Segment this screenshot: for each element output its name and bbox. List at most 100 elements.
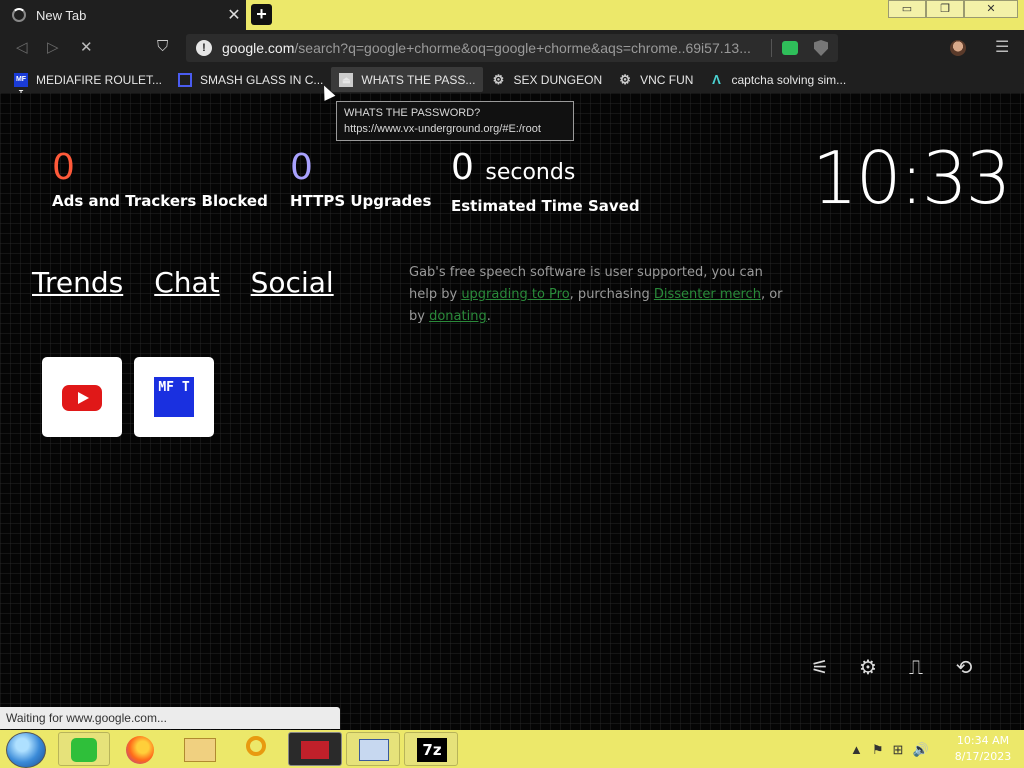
window-controls: ▭ ❐ ✕	[888, 0, 1018, 18]
tab-strip: New Tab ✕ + ▭ ❐ ✕	[0, 0, 1024, 30]
bookmark-mediafire[interactable]: MF T MEDIAFIRE ROULET...	[6, 67, 170, 97]
bookmark-vnc-fun[interactable]: ⚙ VNC FUN	[610, 67, 701, 92]
taskbar-7zip[interactable]: 7z	[404, 732, 458, 766]
mft-tile[interactable]: MF T	[134, 357, 214, 437]
gab-text: , purchasing	[569, 287, 654, 302]
taskbar-notes-app[interactable]	[58, 732, 110, 766]
history-icon[interactable]: ⟲	[952, 656, 976, 680]
shield-icon[interactable]	[814, 40, 828, 56]
password-icon: ⏏	[339, 72, 354, 87]
forward-icon[interactable]: ▷	[47, 38, 59, 56]
bookmark-smash-glass[interactable]: SMASH GLASS IN C...	[170, 67, 331, 92]
chat-link[interactable]: Chat	[154, 266, 219, 299]
firefox-icon	[126, 736, 154, 764]
smash-icon	[178, 72, 193, 87]
volume-icon[interactable]: 🔊	[912, 742, 928, 758]
tray-expand-icon[interactable]: ▲	[850, 742, 863, 758]
top-links: Trends Chat Social	[32, 266, 365, 299]
bookmark-label: WHATS THE PASS...	[361, 72, 476, 87]
bookmark-label: SEX DUNGEON	[513, 72, 603, 87]
system-tray: ▲ ⚑ ⊞ 🔊	[850, 742, 938, 758]
profile-avatar[interactable]	[950, 40, 966, 56]
bookmark-label: MEDIAFIRE ROULET...	[36, 72, 163, 87]
stat-https-upgrades: 0 HTTPS Upgrades	[290, 146, 431, 210]
bookmark-tooltip: WHATS THE PASSWORD? https://www.vx-under…	[336, 101, 574, 141]
notes-icon	[71, 738, 97, 762]
ads-blocked-label: Ads and Trackers Blocked	[52, 192, 268, 210]
taskbar-file-explorer[interactable]	[174, 732, 226, 766]
address-bar[interactable]: ! google.com/search?q=google+chorme&oq=g…	[186, 34, 838, 62]
upgrade-pro-link[interactable]: upgrading to Pro	[461, 287, 569, 302]
new-tab-button[interactable]: +	[251, 4, 272, 25]
bookmark-captcha[interactable]: Λ captcha solving sim...	[701, 67, 854, 92]
donating-link[interactable]: donating	[429, 309, 487, 324]
7zip-icon: 7z	[417, 738, 447, 762]
bookmark-label: captcha solving sim...	[731, 72, 847, 87]
mft-icon: MF T	[14, 72, 28, 97]
page-tools: ⚟ ⚙ ⎍ ⟲	[808, 656, 1000, 680]
bookmark-icon[interactable]: ⛉	[157, 38, 168, 55]
gear-icon: ⚙	[492, 71, 505, 87]
restore-button[interactable]: ❐	[926, 0, 964, 18]
close-window-button[interactable]: ✕	[964, 0, 1018, 18]
youtube-icon	[62, 385, 102, 411]
extension-green-icon[interactable]	[782, 41, 798, 55]
gear-icon: ⚙	[619, 71, 631, 87]
taskbar-firefox[interactable]	[116, 732, 166, 766]
bookmark-sex-dungeon[interactable]: ⚙ SEX DUNGEON	[483, 67, 610, 92]
bookmarks-icon[interactable]: ⎍	[904, 656, 928, 680]
mft-icon: MF T	[154, 377, 194, 417]
trends-link[interactable]: Trends	[32, 266, 123, 299]
start-button[interactable]	[6, 732, 46, 768]
browser-toolbar: ◁ ▷ ✕ ⛉ ! google.com/search?q=google+cho…	[0, 30, 1024, 66]
stat-ads-blocked: 0 Ads and Trackers Blocked	[52, 146, 268, 210]
time-saved-count: 0	[451, 147, 474, 188]
captcha-icon: Λ	[712, 71, 721, 87]
tab-new-tab[interactable]: New Tab ✕	[0, 0, 246, 30]
back-icon[interactable]: ◁	[16, 38, 28, 56]
status-bar: Waiting for www.google.com...	[0, 707, 340, 729]
url-divider	[771, 39, 772, 57]
https-upgrades-label: HTTPS Upgrades	[290, 192, 432, 210]
youtube-tile[interactable]	[42, 357, 122, 437]
bookmark-label: SMASH GLASS IN C...	[200, 72, 324, 87]
ads-blocked-count: 0	[52, 147, 75, 188]
network-icon[interactable]: ⊞	[893, 742, 904, 758]
loading-spinner-icon	[12, 8, 26, 22]
url-text[interactable]: google.com/search?q=google+chorme&oq=goo…	[222, 40, 767, 56]
minimize-button[interactable]: ▭	[888, 0, 926, 18]
time-saved-unit: seconds	[485, 160, 576, 185]
url-host: google.com	[222, 40, 295, 56]
window-icon	[301, 741, 329, 759]
menu-icon[interactable]: ☰	[995, 37, 1009, 57]
https-upgrades-count: 0	[290, 147, 313, 188]
magnifier-icon	[246, 736, 266, 756]
customize-icon[interactable]: ⚟	[808, 656, 832, 680]
taskbar-window[interactable]	[288, 732, 342, 766]
bookmark-whats-the-password[interactable]: ⏏ WHATS THE PASS...	[331, 67, 484, 92]
dissenter-merch-link[interactable]: Dissenter merch	[654, 287, 761, 302]
social-link[interactable]: Social	[251, 266, 334, 299]
flag-icon[interactable]: ⚑	[872, 742, 884, 758]
taskbar-time: 10:34 AM	[956, 734, 1010, 747]
tab-title: New Tab	[36, 7, 87, 23]
time-saved-label: Estimated Time Saved	[451, 197, 640, 215]
bookmark-label: VNC FUN	[640, 72, 694, 87]
settings-gear-icon[interactable]: ⚙	[856, 656, 880, 680]
stop-icon[interactable]: ✕	[80, 38, 93, 56]
url-path: /search?q=google+chorme&oq=google+chorme…	[294, 40, 751, 56]
tab-close-icon[interactable]: ✕	[222, 5, 246, 25]
site-info-icon[interactable]: !	[196, 40, 212, 56]
keyboard-icon	[359, 739, 389, 761]
taskbar-keyboard[interactable]	[346, 732, 400, 766]
gab-text: .	[486, 309, 491, 324]
tooltip-url: https://www.vx-underground.org/#E:/root	[344, 123, 541, 135]
taskbar-search[interactable]	[232, 732, 282, 766]
taskbar-clock[interactable]: 10:34 AM 8/17/2023	[950, 733, 1016, 765]
gab-support-message: Gab's free speech software is user suppo…	[409, 262, 789, 328]
clock: 10:33	[812, 136, 1011, 220]
screen: New Tab ✕ + ▭ ❐ ✕ ◁ ▷ ✕ ⛉ ! google.com/s…	[0, 0, 1024, 768]
tooltip-title: WHATS THE PASSWORD?	[344, 107, 481, 119]
taskbar-date: 8/17/2023	[954, 750, 1012, 763]
bookmarks-bar: MF T MEDIAFIRE ROULET... SMASH GLASS IN …	[0, 66, 1024, 97]
